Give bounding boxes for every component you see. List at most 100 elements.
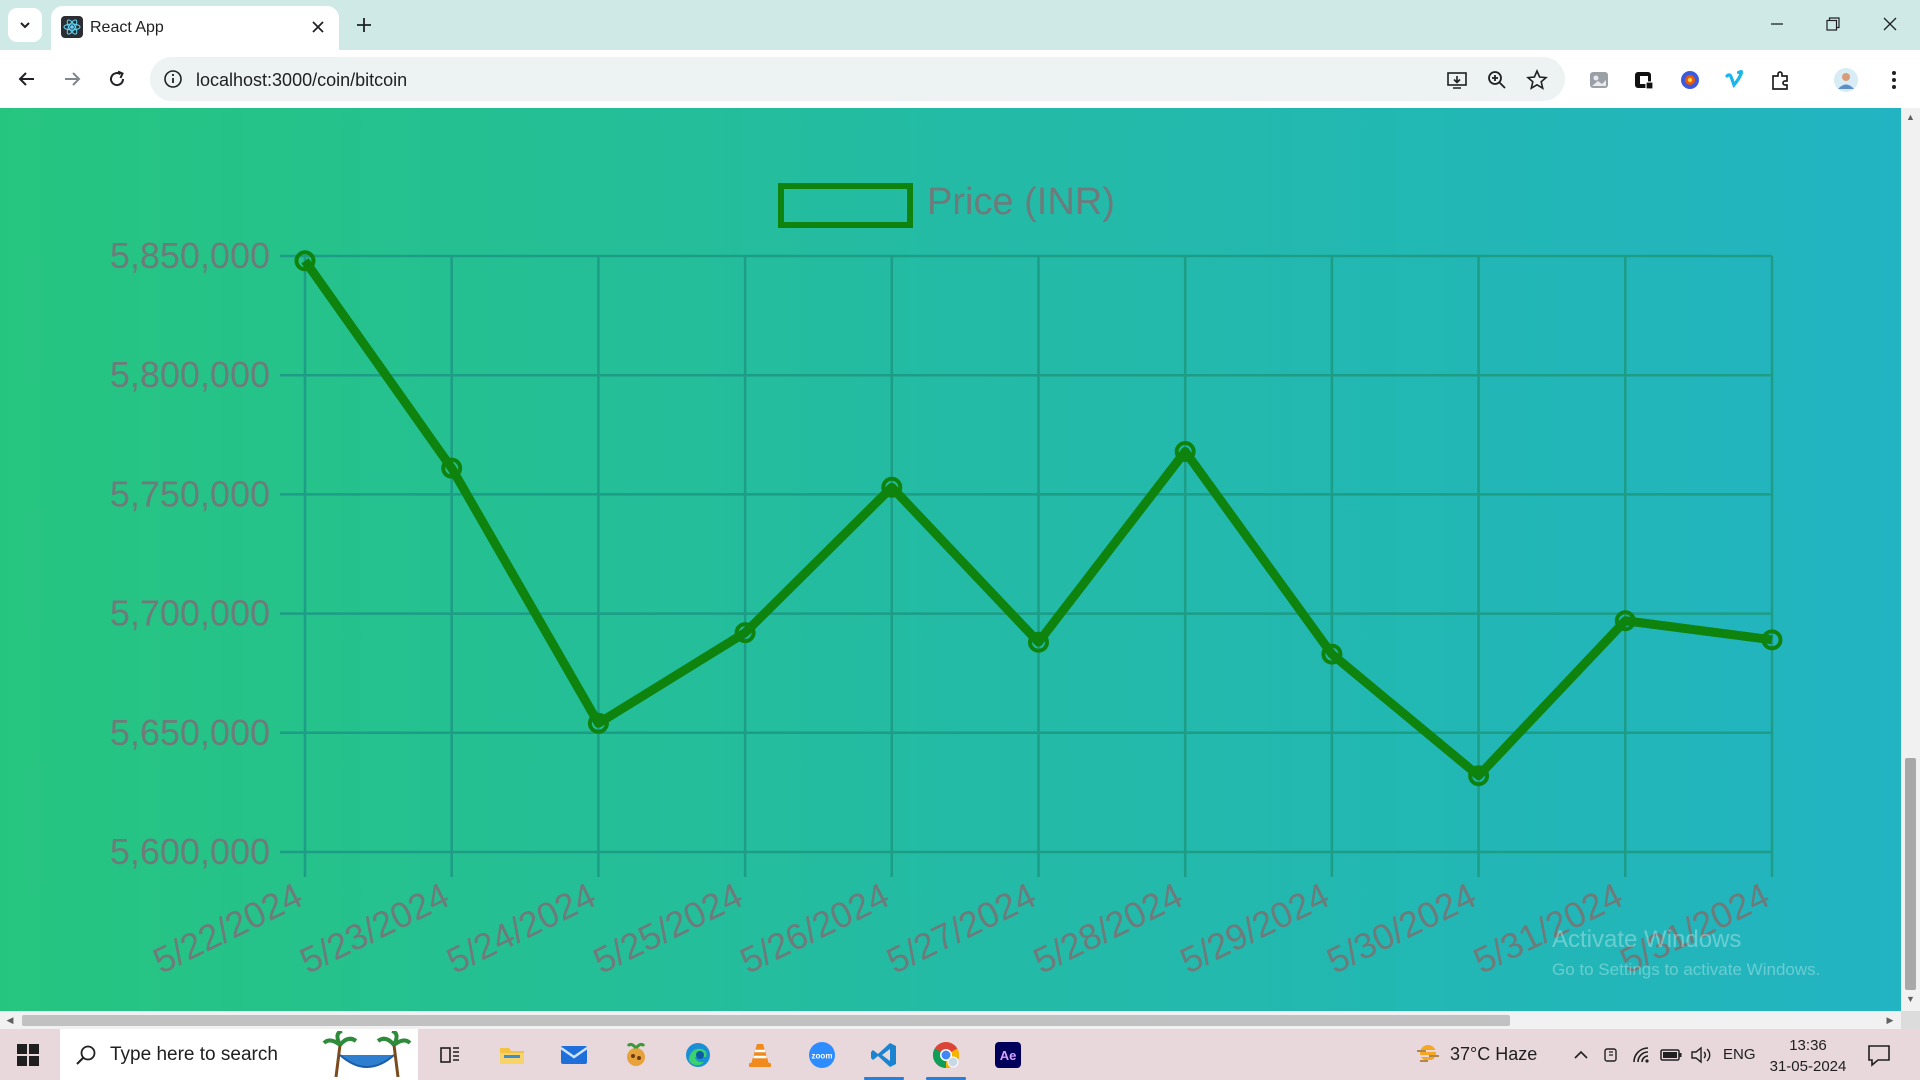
x-tick-label: 5/29/2024 — [1173, 874, 1335, 981]
close-icon — [1883, 17, 1897, 31]
back-button[interactable] — [12, 64, 42, 94]
game-app-button[interactable] — [610, 1035, 662, 1075]
reload-button[interactable] — [102, 64, 132, 94]
weather-text: 37°C Haze — [1450, 1043, 1538, 1064]
vertical-scrollbar[interactable]: ▲ ▼ — [1901, 108, 1920, 1011]
minimize-icon — [1771, 23, 1783, 25]
after-effects-button[interactable]: Ae — [982, 1035, 1034, 1075]
minimize-button[interactable] — [1757, 9, 1797, 39]
battery-button[interactable] — [1660, 1044, 1682, 1066]
y-tick-label: 5,700,000 — [110, 593, 270, 634]
taskbar-search-box[interactable]: Type here to search — [60, 1029, 418, 1080]
volume-button[interactable] — [1690, 1044, 1712, 1066]
svg-text:zoom: zoom — [812, 1052, 833, 1061]
vlc-button[interactable] — [734, 1035, 786, 1075]
x-tick-label: 5/25/2024 — [587, 874, 749, 981]
zoom-icon: zoom — [809, 1042, 835, 1068]
edge-button[interactable] — [672, 1035, 724, 1075]
scroll-down-arrow[interactable]: ▼ — [1905, 994, 1916, 1005]
horizontal-scrollbar[interactable]: ◀ ▶ — [0, 1011, 1901, 1029]
tab-search-button[interactable] — [8, 8, 42, 42]
x-tick-label: 5/27/2024 — [880, 874, 1042, 981]
puzzle-icon — [1772, 71, 1788, 90]
forward-button[interactable] — [57, 64, 87, 94]
language-indicator[interactable]: ENG — [1723, 1046, 1756, 1063]
vscode-button[interactable] — [858, 1035, 910, 1080]
page-viewport: Price (INR) 5,850,000 5,800,000 5,750,000 5… — [0, 108, 1901, 1011]
new-tab-button[interactable] — [350, 11, 378, 39]
windows-start-icon[interactable] — [14, 1041, 42, 1069]
tab-title: React App — [90, 19, 164, 36]
x-tick-label: 5/28/2024 — [1027, 874, 1189, 981]
chrome-icon — [932, 1042, 960, 1069]
haze-icon — [1417, 1045, 1439, 1062]
extension-button-3[interactable] — [1677, 67, 1703, 93]
chart-legend[interactable]: Price (INR) — [778, 181, 1115, 228]
close-icon — [312, 21, 324, 33]
vimeo-icon — [1725, 69, 1744, 89]
extension-clip-icon — [1635, 72, 1654, 90]
zoom-button[interactable] — [1484, 67, 1510, 93]
scroll-up-arrow[interactable]: ▲ — [1905, 112, 1916, 123]
restore-icon — [1826, 17, 1840, 31]
windows-taskbar: Type here to search zoom Ae 37°C Haze EN… — [0, 1029, 1920, 1080]
extensions-menu-button[interactable] — [1768, 67, 1794, 93]
arrow-left-icon — [18, 72, 34, 86]
y-tick-label: 5,750,000 — [110, 473, 270, 514]
meet-now-button[interactable] — [1601, 1044, 1623, 1066]
extension-button-1[interactable] — [1586, 67, 1612, 93]
extension-button-4[interactable] — [1722, 67, 1748, 93]
x-tick-label: 5/24/2024 — [440, 874, 602, 981]
arrow-right-icon — [65, 72, 81, 86]
star-icon — [1526, 69, 1548, 90]
browser-menu-button[interactable] — [1881, 67, 1907, 93]
zoom-app-button[interactable]: zoom — [796, 1035, 848, 1075]
show-hidden-icons-button[interactable] — [1570, 1044, 1592, 1066]
svg-text:Ae: Ae — [1000, 1048, 1017, 1063]
weather-widget[interactable]: 37°C Haze — [1414, 1041, 1537, 1067]
y-axis: 5,850,000 5,800,000 5,750,000 5,700,000 5,65… — [110, 235, 270, 872]
close-window-button[interactable] — [1870, 9, 1910, 39]
vlc-icon — [749, 1044, 771, 1067]
mail-icon — [560, 1046, 588, 1064]
mail-button[interactable] — [548, 1035, 600, 1075]
notification-icon[interactable] — [1866, 1042, 1892, 1068]
browser-titlebar: React App — [0, 0, 1920, 50]
task-view-button[interactable] — [424, 1035, 476, 1075]
folder-icon — [500, 1048, 524, 1064]
bookmark-button[interactable] — [1524, 67, 1550, 93]
clock-time: 13:36 — [1789, 1037, 1827, 1054]
browser-toolbar: localhost:3000/coin/bitcoin — [0, 50, 1920, 108]
url-text[interactable]: localhost:3000/coin/bitcoin — [196, 70, 407, 91]
close-tab-button[interactable] — [307, 16, 329, 38]
vertical-scroll-thumb[interactable] — [1905, 758, 1916, 990]
x-tick-label: 5/31/2024 — [1467, 874, 1629, 981]
plus-icon — [357, 18, 371, 32]
game-icon — [626, 1042, 646, 1066]
clock[interactable]: 13:36 31-05-2024 — [1768, 1035, 1848, 1077]
browser-tab[interactable]: React App — [51, 6, 339, 50]
install-icon — [1447, 72, 1467, 89]
legend-swatch — [778, 183, 913, 228]
after-effects-icon: Ae — [995, 1042, 1021, 1068]
scroll-left-arrow[interactable]: ◀ — [4, 1014, 16, 1026]
restore-button[interactable] — [1813, 9, 1853, 39]
file-explorer-button[interactable] — [486, 1035, 538, 1075]
y-tick-label: 5,800,000 — [110, 354, 270, 395]
extension-photo-icon — [1590, 72, 1608, 88]
react-icon — [61, 16, 83, 38]
search-placeholder: Type here to search — [110, 1044, 278, 1065]
scrollbar-corner — [1901, 1011, 1920, 1029]
edge-icon — [686, 1043, 710, 1067]
chrome-button[interactable] — [920, 1035, 972, 1080]
info-icon[interactable] — [162, 68, 184, 90]
scroll-right-arrow[interactable]: ▶ — [1884, 1014, 1896, 1026]
wifi-icon — [1633, 1047, 1649, 1063]
extension-button-2[interactable] — [1631, 67, 1657, 93]
horizontal-scroll-thumb[interactable] — [22, 1015, 1510, 1026]
profile-button[interactable] — [1833, 67, 1859, 93]
address-bar[interactable]: localhost:3000/coin/bitcoin — [150, 57, 1565, 101]
install-app-button[interactable] — [1444, 67, 1470, 93]
network-button[interactable] — [1631, 1044, 1653, 1066]
x-tick-label: 5/22/2024 — [147, 874, 309, 981]
